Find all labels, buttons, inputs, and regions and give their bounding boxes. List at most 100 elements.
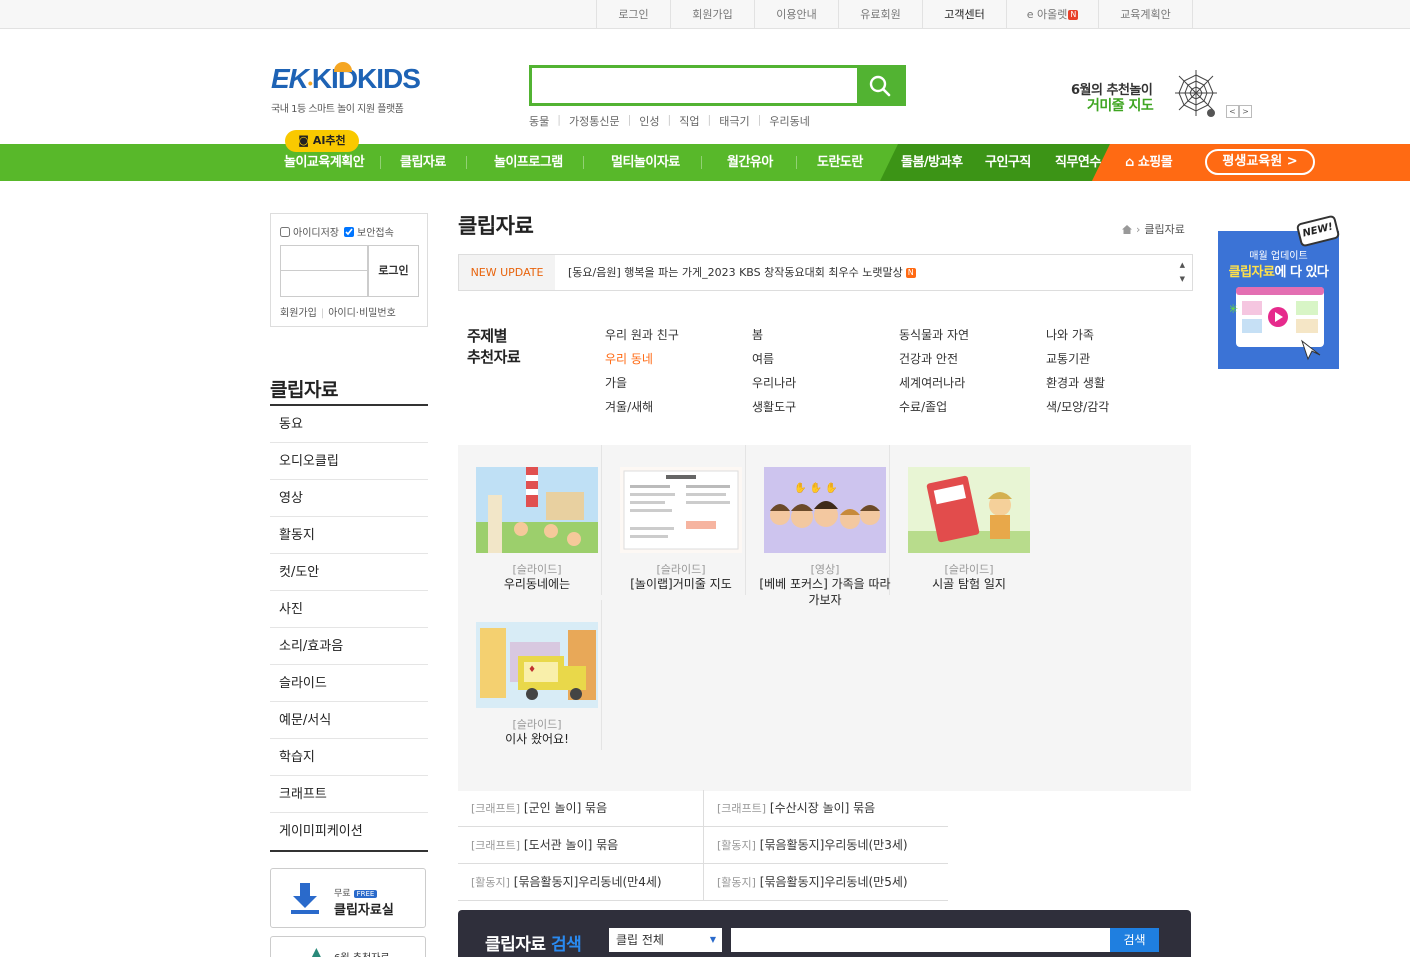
theme-link[interactable]: 겨울/새해 — [605, 397, 752, 418]
lnb-item[interactable]: 영상 — [270, 480, 428, 517]
bundle-title: [묶음활동지]우리동네(만5세) — [759, 875, 908, 889]
download-icon — [291, 883, 319, 914]
nav-doran[interactable]: 도란도란 — [817, 144, 863, 181]
theme-link[interactable]: 색/모양/감각 — [1046, 397, 1193, 418]
join-link[interactable]: 회원가입 — [280, 308, 317, 319]
clip-card[interactable]: ✋ ✋ ✋ [영상] [베베 포커스] 가족을 따라가보자 — [746, 445, 891, 607]
id-input[interactable] — [281, 246, 367, 271]
clip-card[interactable]: [슬라이드] 우리동네에는 — [458, 445, 602, 595]
lnb-item[interactable]: 사진 — [270, 591, 428, 628]
join-link[interactable]: 회원가입 — [671, 0, 755, 29]
site-logo[interactable]: EK•KIDKIDS 국내 1등 스마트 놀이 지원 플랫폼 — [271, 62, 421, 116]
keyword-link[interactable]: 직업 — [679, 113, 699, 129]
monthly-update-banner[interactable]: 매월 업데이트 클립자료에 다 있다 ✳ — [1218, 231, 1339, 369]
recommend-banner-text: 6월 추천자료 — [334, 949, 390, 957]
login-box: 아이디저장 보안접속 로그인 회원가입 | 아이디·비밀번호 — [270, 213, 428, 327]
news-item[interactable]: [동요/음원] 행복을 파는 가게_2023 KBS 창작동요대회 최우수 노랫… — [568, 255, 916, 290]
save-id-checkbox[interactable] — [280, 226, 290, 237]
home-icon[interactable] — [1122, 224, 1132, 234]
bundle-item[interactable]: [활동지] [묶음활동지]우리동네(만4세) — [458, 864, 703, 900]
nav-monthly[interactable]: 월간유아 — [727, 144, 773, 181]
nav-multi[interactable]: 멀티놀이자료 — [611, 144, 680, 181]
bundle-category: [활동지] — [717, 876, 756, 889]
theme-link[interactable]: 봄 — [752, 325, 899, 346]
banner-line2-rest: 에 다 있다 — [1274, 265, 1329, 280]
bundle-item[interactable]: [크래프트] [군인 놀이] 묶음 — [458, 790, 703, 826]
theme-link[interactable]: 나와 가족 — [1046, 325, 1193, 346]
guide-link[interactable]: 이용안내 — [755, 0, 839, 29]
svg-text:♦: ♦ — [528, 665, 536, 675]
customer-center-link[interactable]: 고객센터 — [923, 0, 1007, 29]
nav-training[interactable]: 직무연수 — [1055, 144, 1101, 181]
lnb-item[interactable]: 소리/효과음 — [270, 628, 428, 665]
theme-link-selected[interactable]: 우리 동네 — [605, 349, 752, 370]
lnb-item[interactable]: 슬라이드 — [270, 665, 428, 702]
theme-link[interactable]: 생활도구 — [752, 397, 899, 418]
free-clip-room-banner[interactable]: 무료 FREE 클립자료실 — [270, 868, 426, 928]
theme-link[interactable]: 수료/졸업 — [899, 397, 1046, 418]
ai-recommend-badge[interactable]: ◙ AI추천 — [285, 130, 359, 152]
main-search-input[interactable] — [532, 68, 857, 103]
keyword-link[interactable]: 우리동네 — [769, 113, 809, 129]
lnb-item[interactable]: 학습지 — [270, 739, 428, 776]
secure-login-checkbox[interactable] — [344, 226, 354, 237]
chevron-left-icon[interactable]: < — [1226, 105, 1239, 118]
bundle-item[interactable]: [활동지] [묶음활동지]우리동네(만5세) — [703, 864, 948, 900]
bundle-item[interactable]: [활동지] [묶음활동지]우리동네(만3세) — [703, 827, 948, 863]
theme-link[interactable]: 우리 원과 친구 — [605, 325, 752, 346]
theme-link[interactable]: 가을 — [605, 373, 752, 394]
theme-link[interactable]: 환경과 생활 — [1046, 373, 1193, 394]
clip-search-button[interactable]: 검색 — [1110, 928, 1159, 952]
theme-link[interactable]: 우리나라 — [752, 373, 899, 394]
chevron-down-icon[interactable]: ▼ — [1180, 272, 1185, 286]
recommend-banner[interactable]: ▲ 6월 추천자료 — [270, 936, 426, 957]
nav-jobs[interactable]: 구인구직 — [985, 144, 1031, 181]
keyword-link[interactable]: 동물 — [529, 113, 549, 129]
clip-title: 우리동네에는 — [503, 577, 571, 591]
lnb-item[interactable]: 오디오클립 — [270, 443, 428, 480]
keyword-link[interactable]: 인성 — [639, 113, 659, 129]
clip-card[interactable]: [슬라이드] 시골 탐험 일지 — [890, 445, 1034, 595]
nav-program[interactable]: 놀이프로그램 — [494, 144, 563, 181]
theme-link[interactable]: 동식물과 자연 — [899, 325, 1046, 346]
bundle-item[interactable]: [크래프트] [수산시장 놀이] 묶음 — [703, 790, 948, 826]
password-input[interactable] — [281, 271, 367, 296]
breadcrumb-current[interactable]: 클립자료 — [1144, 221, 1184, 237]
clip-thumbnail — [620, 467, 742, 553]
theme-link[interactable]: 세계여러나라 — [899, 373, 1046, 394]
lnb-item[interactable]: 예문/서식 — [270, 702, 428, 739]
clip-card[interactable]: [슬라이드] [놀이랩]거미줄 지도 — [602, 445, 746, 595]
lnb-item[interactable]: 크래프트 — [270, 776, 428, 813]
keyword-link[interactable]: 가정통신문 — [569, 113, 620, 129]
lifelong-edu-button[interactable]: 평생교육원 > — [1205, 149, 1315, 175]
lnb-item[interactable]: 동요 — [270, 406, 428, 443]
chevron-right-icon[interactable]: > — [1239, 105, 1252, 118]
clip-search-input[interactable] — [731, 928, 1111, 952]
clip-category-select[interactable]: 클립 전체 ▼ — [609, 928, 722, 952]
bundle-item[interactable]: [크래프트] [도서관 놀이] 묶음 — [458, 827, 703, 863]
keyword-link[interactable]: 태극기 — [719, 113, 749, 129]
e-outlet-link[interactable]: e 아올렛 N — [1007, 0, 1099, 29]
lnb-item[interactable]: 컷/도안 — [270, 554, 428, 591]
edu-plan-link[interactable]: 교육계획안 — [1099, 0, 1193, 29]
find-account-link[interactable]: 아이디·비밀번호 — [328, 308, 396, 319]
nav-care[interactable]: 돌봄/방과후 — [901, 144, 963, 181]
promo-pager: < > — [1226, 105, 1252, 118]
login-link[interactable]: 로그인 — [597, 0, 671, 29]
new-badge-icon: N — [905, 268, 916, 278]
theme-link[interactable]: 여름 — [752, 349, 899, 370]
clip-card[interactable]: ♦ [슬라이드] 이사 왔어요! — [458, 600, 602, 750]
clip-thumbnail — [476, 467, 598, 553]
chevron-up-icon[interactable]: ▲ — [1180, 258, 1185, 272]
banner-line2: 클립자료에 다 있다 — [1218, 261, 1339, 280]
main-search-button[interactable] — [857, 68, 903, 103]
nav-shop[interactable]: ⌂ 쇼핑몰 — [1125, 144, 1173, 181]
clip-thumbnail: ♦ — [476, 622, 598, 708]
paid-member-link[interactable]: 유료회원 — [839, 0, 923, 29]
lnb-item[interactable]: 활동지 — [270, 517, 428, 554]
theme-link[interactable]: 교통기관 — [1046, 349, 1193, 370]
lnb-item[interactable]: 게이미피케이션 — [270, 813, 428, 850]
nav-clip[interactable]: 클립자료 — [400, 144, 446, 181]
login-button[interactable]: 로그인 — [368, 245, 419, 297]
theme-link[interactable]: 건강과 안전 — [899, 349, 1046, 370]
